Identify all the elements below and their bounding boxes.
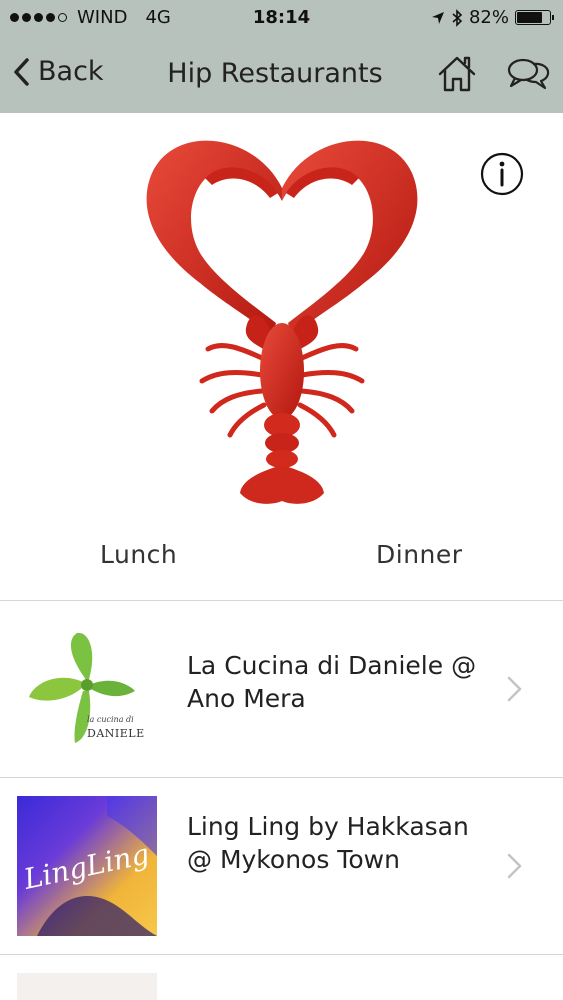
chat-button[interactable] [505, 56, 551, 92]
meal-tabs: Lunch Dinner [0, 530, 563, 600]
status-bar: WIND 4G 18:14 82% [0, 0, 563, 36]
restaurant-thumb [17, 973, 157, 1000]
tab-lunch[interactable]: Lunch [100, 540, 177, 569]
restaurant-row-partial[interactable] [0, 955, 563, 1000]
chevron-right-icon [507, 853, 522, 879]
back-label: Back [38, 56, 104, 87]
home-icon [438, 56, 476, 92]
hero-image [0, 113, 563, 533]
restaurant-row-ling-ling[interactable]: LingLing Ling Ling by Hakkasan @ Mykonos… [0, 778, 563, 954]
restaurant-row-la-cucina[interactable]: la cucina di DANIELE La Cucina di Daniel… [0, 601, 563, 777]
chat-icon [507, 58, 550, 90]
ling-ling-photo: LingLing [17, 796, 157, 936]
bluetooth-icon [452, 8, 463, 27]
status-right: 82% [431, 7, 554, 28]
info-icon [480, 152, 524, 196]
basil-leaf-icon [29, 632, 135, 743]
tab-dinner[interactable]: Dinner [376, 540, 463, 569]
chevron-left-icon [14, 57, 29, 86]
page-title: Hip Restaurants [167, 58, 383, 89]
lobster-heart-illustration [146, 140, 418, 504]
location-arrow-icon [431, 11, 444, 24]
battery-icon [515, 10, 554, 25]
logo-text-top: la cucina di [87, 715, 134, 724]
home-button[interactable] [436, 54, 478, 94]
chevron-right-icon [507, 676, 522, 702]
logo-text-bottom: DANIELE [87, 727, 145, 740]
restaurant-name: Ling Ling by Hakkasan @ Mykonos Town [187, 812, 469, 874]
battery-percent: 82% [468, 7, 509, 28]
restaurant-name: La Cucina di Daniele @ Ano Mera [187, 651, 477, 713]
back-button[interactable]: Back [12, 56, 104, 87]
battery-fill [517, 12, 542, 23]
info-button[interactable] [480, 152, 524, 196]
basil-logo: la cucina di DANIELE [17, 621, 157, 761]
navigation-bar: Back Hip Restaurants [0, 36, 563, 113]
